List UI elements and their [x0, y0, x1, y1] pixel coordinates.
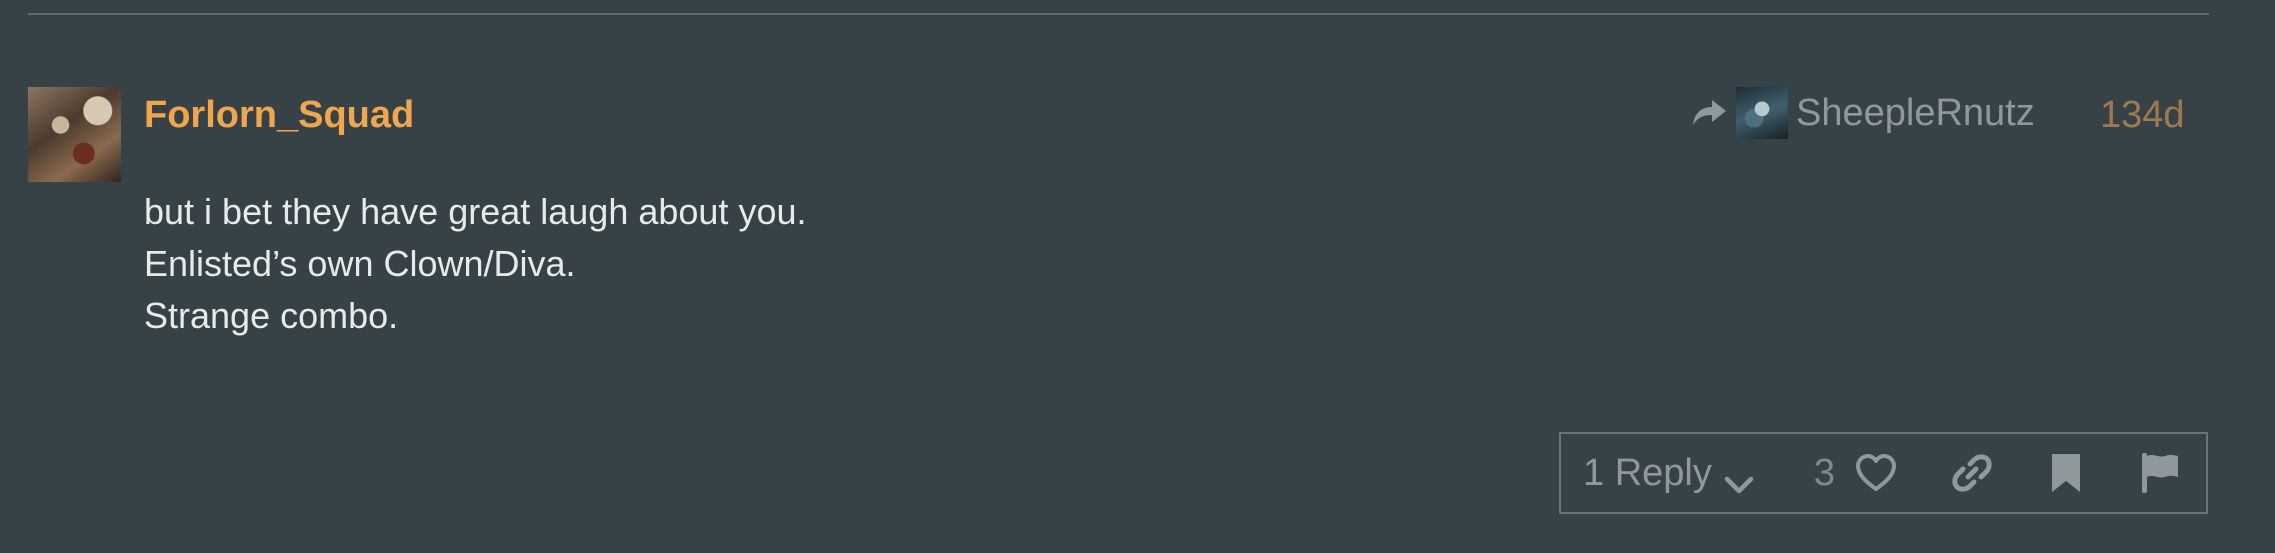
bookmark-icon[interactable] [2042, 449, 2090, 497]
post-body-line: Strange combo. [144, 295, 399, 336]
like-count[interactable]: 3 [1814, 452, 1840, 495]
topic-post: Forlorn_Squad SheepleRnutz 134d but i be… [0, 0, 2275, 553]
reply-to-indicator[interactable]: SheepleRnutz [1690, 85, 2035, 141]
post-body-line: Enlisted’s own Clown/Diva. [144, 243, 576, 284]
flag-icon[interactable] [2136, 449, 2184, 497]
reply-share-arrow-icon [1690, 97, 1730, 129]
post-date[interactable]: 134d [2100, 91, 2185, 139]
chevron-down-icon [1722, 461, 1756, 494]
author-username[interactable]: Forlorn_Squad [144, 91, 414, 139]
post-body: but i bet they have great laugh about yo… [144, 186, 806, 342]
replies-label: 1 Reply [1583, 452, 1712, 494]
post-body-line: but i bet they have great laugh about yo… [144, 191, 807, 232]
heart-icon[interactable] [1852, 449, 1900, 497]
show-replies-button[interactable]: 1 Reply [1583, 449, 1756, 497]
author-avatar[interactable] [28, 87, 121, 182]
link-icon[interactable] [1948, 449, 1996, 497]
reply-to-username[interactable]: SheepleRnutz [1796, 89, 2035, 137]
post-actions-bar: 1 Reply 3 [1559, 432, 2208, 514]
post-divider [28, 13, 2209, 15]
reply-to-avatar[interactable] [1736, 87, 1788, 139]
